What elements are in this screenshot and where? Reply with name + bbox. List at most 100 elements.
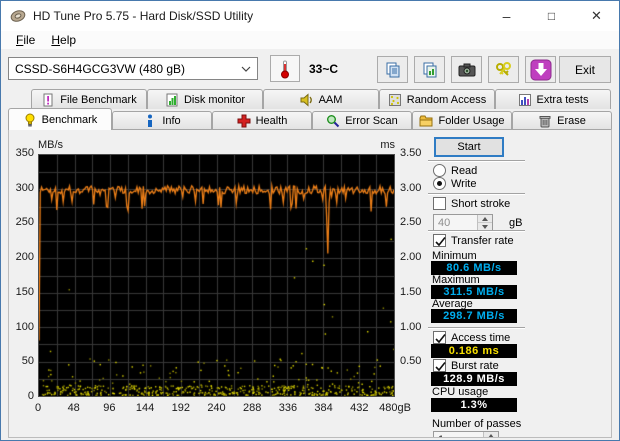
chevron-down-icon	[241, 66, 251, 72]
maximum-value: 311.5 MB/s	[431, 285, 517, 299]
transfer-rate-checkbox[interactable]: Transfer rate	[433, 234, 514, 247]
minimize-button[interactable]: –	[484, 1, 529, 31]
tab-label: Health	[255, 114, 288, 127]
tab-label: AAM	[318, 93, 343, 106]
passes-value: 1	[434, 432, 483, 438]
access-time-checkbox[interactable]: Access time	[433, 331, 510, 344]
menu-help[interactable]: Help	[43, 31, 84, 49]
left-axis-tick: 350	[15, 147, 34, 159]
read-radio[interactable]: Read	[433, 164, 477, 177]
tab-label: Info	[162, 114, 181, 127]
transfer-rate-label: Transfer rate	[451, 234, 514, 247]
right-axis-tick: 0.50	[400, 355, 422, 368]
info-icon	[148, 114, 153, 127]
maximize-button[interactable]: □	[529, 1, 574, 31]
left-axis-tick: 50	[21, 355, 34, 368]
radio-circle-icon	[433, 164, 446, 177]
left-axis-tick: 150	[15, 285, 34, 298]
separator	[428, 230, 525, 232]
right-axis-tick: 2.50	[400, 216, 422, 229]
magnifier-icon	[327, 114, 340, 127]
temperature-button[interactable]	[270, 55, 300, 82]
trash-icon	[539, 115, 551, 127]
short-stroke-value: 40	[438, 216, 451, 229]
short-stroke-spinner[interactable]: 40	[433, 214, 493, 231]
tab-error-scan[interactable]: Error Scan	[312, 111, 412, 129]
copy-icon	[386, 62, 399, 77]
random-dots-icon	[388, 93, 401, 106]
arrow-up-icon	[488, 433, 494, 437]
benchmark-plot-canvas	[39, 155, 394, 396]
checkbox-checked-icon	[433, 359, 446, 372]
passes-spinner[interactable]: 1	[433, 431, 499, 438]
tab-label: File Benchmark	[60, 93, 137, 106]
temperature-value: 33~C	[309, 62, 339, 76]
right-axis-tick: 2.00	[400, 251, 422, 264]
tab-label: Error Scan	[345, 114, 398, 127]
exit-button[interactable]: Exit	[559, 56, 611, 83]
app-hdd-icon	[10, 10, 26, 22]
separator	[428, 160, 525, 162]
tab-random-access[interactable]: Random Access	[379, 89, 495, 109]
separator	[428, 327, 525, 329]
copy-to-clipboard-button[interactable]	[377, 56, 408, 83]
arrow-up-icon	[482, 216, 488, 221]
burst-rate-checkbox[interactable]: Burst rate	[433, 359, 499, 372]
checkbox-checked-icon	[433, 331, 446, 344]
arrow-down-icon	[482, 224, 488, 229]
camera-icon	[458, 63, 475, 76]
right-axis-tick: 1.00	[400, 320, 422, 333]
spinner-arrows[interactable]	[477, 215, 492, 230]
options-button[interactable]	[488, 56, 519, 83]
tab-aam[interactable]: AAM	[263, 89, 379, 109]
copy-screenshot-button[interactable]	[414, 56, 445, 83]
tab-info[interactable]: Info	[112, 111, 212, 129]
save-image-icon	[423, 62, 436, 77]
screenshot-button[interactable]	[451, 56, 482, 83]
separator	[428, 193, 525, 195]
toolbar: CSSD-S6H4GCG3VW (480 gB) 33~C Exit	[1, 49, 619, 89]
tab-disk-monitor[interactable]: Disk monitor	[147, 89, 263, 109]
tab-erase[interactable]: Erase	[512, 111, 612, 129]
tab-extra-tests[interactable]: Extra tests	[495, 89, 611, 109]
tab-benchmark[interactable]: Benchmark	[8, 108, 112, 130]
short-stroke-checkbox[interactable]: Short stroke	[433, 197, 510, 210]
tab-label: Random Access	[406, 93, 487, 106]
window-title: HD Tune Pro 5.75 - Hard Disk/SSD Utility	[33, 9, 254, 23]
passes-label: Number of passes	[432, 418, 522, 430]
extra-tests-icon	[518, 93, 531, 106]
menu-bar: File Help	[1, 31, 619, 49]
left-axis-title: MB/s	[38, 139, 64, 151]
tab-label: Erase	[557, 114, 586, 127]
disk-monitor-icon	[166, 93, 178, 106]
drive-selector[interactable]: CSSD-S6H4GCG3VW (480 gB)	[8, 57, 258, 80]
update-button[interactable]	[525, 56, 556, 83]
tab-label: Extra tests	[536, 93, 589, 106]
short-stroke-label: Short stroke	[451, 197, 511, 210]
short-stroke-unit: gB	[509, 217, 523, 229]
left-axis-tick: 300	[15, 181, 34, 194]
spinner-arrows[interactable]	[483, 432, 498, 437]
download-arrow-icon	[530, 59, 551, 80]
checkbox-checked-icon	[433, 234, 446, 247]
app-window: HD Tune Pro 5.75 - Hard Disk/SSD Utility…	[0, 0, 620, 441]
tab-label: Benchmark	[41, 113, 98, 126]
close-button[interactable]: ✕	[574, 1, 619, 31]
x-axis-tick: 480gB	[379, 402, 411, 414]
menu-file[interactable]: File	[8, 31, 43, 49]
tab-label: Disk monitor	[183, 93, 246, 106]
health-cross-icon	[237, 114, 251, 127]
folder-icon	[419, 115, 433, 126]
benchmark-panel: MB/s ms 350 300 250 200 150 100 50 0 3.50 3.00 2.5…	[8, 129, 612, 438]
speaker-icon	[300, 92, 312, 107]
right-axis-title: ms	[380, 139, 395, 151]
tab-label: Folder Usage	[438, 114, 505, 127]
write-radio-label: Write	[451, 177, 477, 190]
tab-folder-usage[interactable]: Folder Usage	[412, 111, 512, 129]
tab-file-benchmark[interactable]: File Benchmark	[31, 89, 147, 109]
keys-icon	[495, 61, 511, 76]
tab-health[interactable]: Health	[212, 111, 312, 129]
access-time-label: Access time	[451, 331, 511, 344]
write-radio[interactable]: Write	[433, 177, 476, 190]
start-button[interactable]: Start	[434, 137, 504, 157]
